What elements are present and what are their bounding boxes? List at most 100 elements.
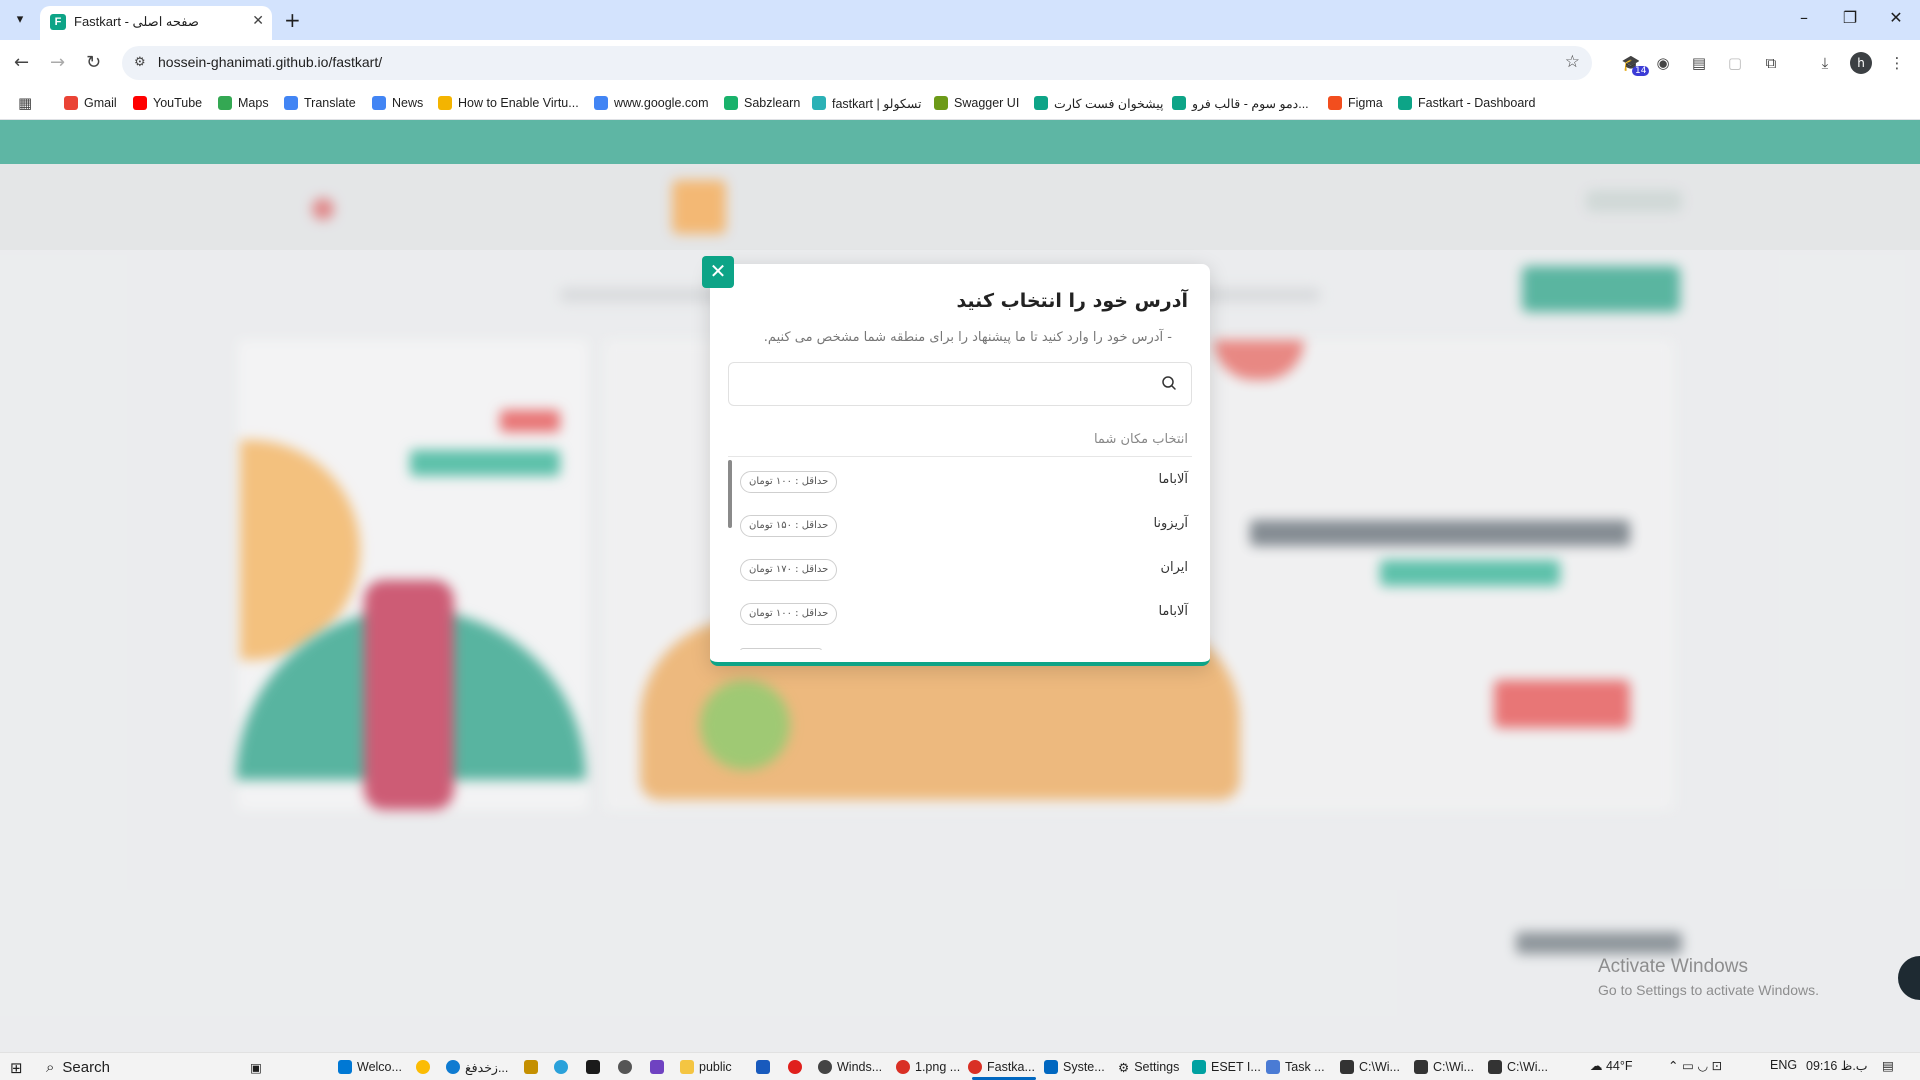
task-view-icon[interactable]: ▣ bbox=[250, 1058, 262, 1076]
weather-icon: ☁ bbox=[1590, 1059, 1606, 1073]
search-icon[interactable] bbox=[1161, 375, 1177, 391]
activate-windows-watermark: Activate Windows Go to Settings to activ… bbox=[1598, 956, 1819, 998]
taskbar-app-system[interactable]: Syste... bbox=[1044, 1058, 1105, 1076]
taskbar-app-chrome-fastkart[interactable]: Fastka... bbox=[968, 1058, 1035, 1076]
taskbar-app-settings[interactable]: ⚙ Settings bbox=[1118, 1058, 1179, 1076]
taskbar-app-windscribe[interactable]: Winds... bbox=[818, 1058, 882, 1076]
taskbar-app-chrome[interactable] bbox=[416, 1058, 430, 1076]
tab-close-icon[interactable]: ✕ bbox=[252, 13, 264, 29]
bookmark-swagger[interactable]: Swagger UI bbox=[934, 94, 1019, 112]
taskbar-app-task-manager[interactable]: Task ... bbox=[1266, 1058, 1325, 1076]
notification-icon[interactable]: ▤ bbox=[1882, 1058, 1894, 1073]
min-order-badge bbox=[740, 648, 822, 650]
extension-dark-circle-icon[interactable]: ◉ bbox=[1652, 52, 1674, 74]
taskbar-app-cmd-2[interactable]: C:\Wi... bbox=[1414, 1058, 1474, 1076]
taskbar-app-explorer[interactable]: public bbox=[680, 1058, 732, 1076]
language-indicator[interactable]: ENG bbox=[1770, 1058, 1797, 1072]
modal-close-button[interactable]: ✕ bbox=[702, 256, 734, 288]
bookmark-translate[interactable]: Translate bbox=[284, 94, 356, 112]
bookmark-star-icon[interactable]: ☆ bbox=[1565, 52, 1580, 72]
taskbar-app-telegram[interactable] bbox=[554, 1058, 568, 1076]
extension-blank-icon[interactable]: ▢ bbox=[1724, 52, 1746, 74]
tab-search-chevron-icon[interactable]: ▾ bbox=[8, 9, 32, 31]
bookmark-news[interactable]: News bbox=[372, 94, 423, 112]
chrome-icon bbox=[968, 1060, 982, 1074]
location-item[interactable]: ایران حداقل : ۱۷۰ تومان bbox=[740, 548, 1188, 592]
taskbar-app-cmd-3[interactable]: C:\Wi... bbox=[1488, 1058, 1548, 1076]
tab-strip: ▾ F Fastkart - صفحه اصلی ✕ + – ❐ ✕ bbox=[0, 0, 1920, 40]
maps-icon bbox=[218, 96, 232, 110]
site-icon bbox=[438, 96, 452, 110]
fastkart-icon bbox=[1398, 96, 1412, 110]
profile-avatar[interactable]: h bbox=[1850, 52, 1872, 74]
taskbar-app-vs[interactable] bbox=[650, 1058, 664, 1076]
bookmark-taskulu[interactable]: fastkart | تسکولو bbox=[812, 94, 921, 112]
modal-title: آدرس خود را انتخاب کنید bbox=[956, 290, 1188, 312]
fastkart-favicon-icon: F bbox=[50, 14, 66, 30]
forward-arrow-icon[interactable]: → bbox=[50, 52, 65, 73]
browser-toolbar: ← → ↻ ⚙ hossein-ghanimati.github.io/fast… bbox=[0, 40, 1920, 86]
extension-badge: 14 bbox=[1632, 66, 1650, 76]
site-info-icon[interactable]: ⚙ bbox=[134, 55, 146, 70]
taskbar-app-chrome-image[interactable]: 1.png ... bbox=[896, 1058, 960, 1076]
downloads-icon[interactable]: ⤓ bbox=[1814, 52, 1836, 74]
min-order-badge: حداقل : ۱۰۰ تومان bbox=[740, 603, 838, 625]
bookmark-how-to-enable[interactable]: How to Enable Virtu... bbox=[438, 94, 579, 112]
restore-icon[interactable]: ❐ bbox=[1828, 8, 1872, 27]
taskbar-app-edge[interactable]: زخدفغ... bbox=[446, 1058, 508, 1076]
weather-widget[interactable]: ☁ 44°F bbox=[1590, 1058, 1633, 1073]
list-scrollbar[interactable] bbox=[728, 460, 732, 528]
bookmark-maps[interactable]: Maps bbox=[218, 94, 269, 112]
address-search-box[interactable] bbox=[728, 362, 1192, 406]
taskbar-app-eset[interactable]: ESET I... bbox=[1192, 1058, 1261, 1076]
taskbar-app-vscode[interactable]: Welco... bbox=[338, 1058, 402, 1076]
bookmark-fastkart-panel[interactable]: پیشخوان فست کارت bbox=[1034, 94, 1164, 112]
taskbar-app-pycharm[interactable] bbox=[586, 1058, 600, 1076]
location-name: آریزونا bbox=[1153, 516, 1188, 531]
taskbar-search[interactable]: ⌕ Search bbox=[46, 1057, 110, 1077]
bookmark-youtube[interactable]: YouTube bbox=[133, 94, 202, 112]
tab-title: Fastkart - صفحه اصلی bbox=[74, 14, 199, 29]
windows-start-icon[interactable]: ⊞ bbox=[10, 1059, 23, 1077]
taskbar-app-word[interactable] bbox=[756, 1058, 770, 1076]
section-divider bbox=[728, 456, 1192, 457]
address-bar[interactable]: ⚙ hossein-ghanimati.github.io/fastkart/ … bbox=[122, 46, 1592, 80]
location-name: ایران bbox=[1160, 560, 1188, 575]
location-item[interactable]: آلاباما حداقل : ۱۰۰ تومان bbox=[740, 592, 1188, 636]
minimize-icon[interactable]: – bbox=[1782, 8, 1826, 27]
location-section-label: انتخاب مکان شما bbox=[1093, 432, 1188, 447]
address-search-input[interactable] bbox=[765, 369, 1175, 399]
close-window-icon[interactable]: ✕ bbox=[1874, 8, 1918, 27]
youtube-icon bbox=[133, 96, 147, 110]
extension-calendar-icon[interactable]: ▤ bbox=[1688, 52, 1710, 74]
bookmark-fastkart-dashboard[interactable]: Fastkart - Dashboard bbox=[1398, 94, 1535, 112]
chrome-icon bbox=[896, 1060, 910, 1074]
taskbar-app-store[interactable] bbox=[524, 1058, 538, 1076]
active-tab[interactable]: F Fastkart - صفحه اصلی ✕ bbox=[40, 6, 272, 40]
reload-icon[interactable]: ↻ bbox=[86, 52, 101, 73]
browser-menu-icon[interactable]: ⋮ bbox=[1886, 52, 1908, 74]
taskbar-app-opera[interactable] bbox=[788, 1058, 802, 1076]
taskbar-app-obs[interactable] bbox=[618, 1058, 632, 1076]
location-item[interactable]: آلاباما حداقل : ۱۰۰ تومان bbox=[740, 460, 1188, 504]
gear-icon: ⚙ bbox=[1118, 1060, 1130, 1075]
system-clock[interactable]: 09:16 ب.ظ bbox=[1806, 1058, 1868, 1073]
bookmark-demo[interactable]: دمو سوم - قالب فرو... bbox=[1172, 94, 1309, 112]
gmail-icon bbox=[64, 96, 78, 110]
location-item[interactable]: آریزونا حداقل : ۱۵۰ تومان bbox=[740, 504, 1188, 548]
taskbar-app-cmd-1[interactable]: C:\Wi... bbox=[1340, 1058, 1400, 1076]
extensions-puzzle-icon[interactable]: ⧉ bbox=[1760, 52, 1782, 74]
bookmark-google[interactable]: www.google.com bbox=[594, 94, 709, 112]
translate-icon bbox=[284, 96, 298, 110]
location-list[interactable]: آلاباما حداقل : ۱۰۰ تومان آریزونا حداقل … bbox=[728, 460, 1192, 650]
new-tab-plus-icon[interactable]: + bbox=[284, 8, 301, 32]
bookmark-gmail[interactable]: Gmail bbox=[64, 94, 117, 112]
fastkart-icon bbox=[1172, 96, 1186, 110]
apps-grid-icon[interactable]: ▦ bbox=[18, 94, 32, 112]
bookmark-sabzlearn[interactable]: Sabzlearn bbox=[724, 94, 800, 112]
bookmark-figma[interactable]: Figma bbox=[1328, 94, 1383, 112]
tray-icons[interactable]: ⌃ ▭ ◡ ⊡ bbox=[1668, 1058, 1722, 1073]
back-arrow-icon[interactable]: ← bbox=[14, 52, 29, 73]
location-item[interactable] bbox=[740, 636, 1188, 650]
swagger-icon bbox=[934, 96, 948, 110]
